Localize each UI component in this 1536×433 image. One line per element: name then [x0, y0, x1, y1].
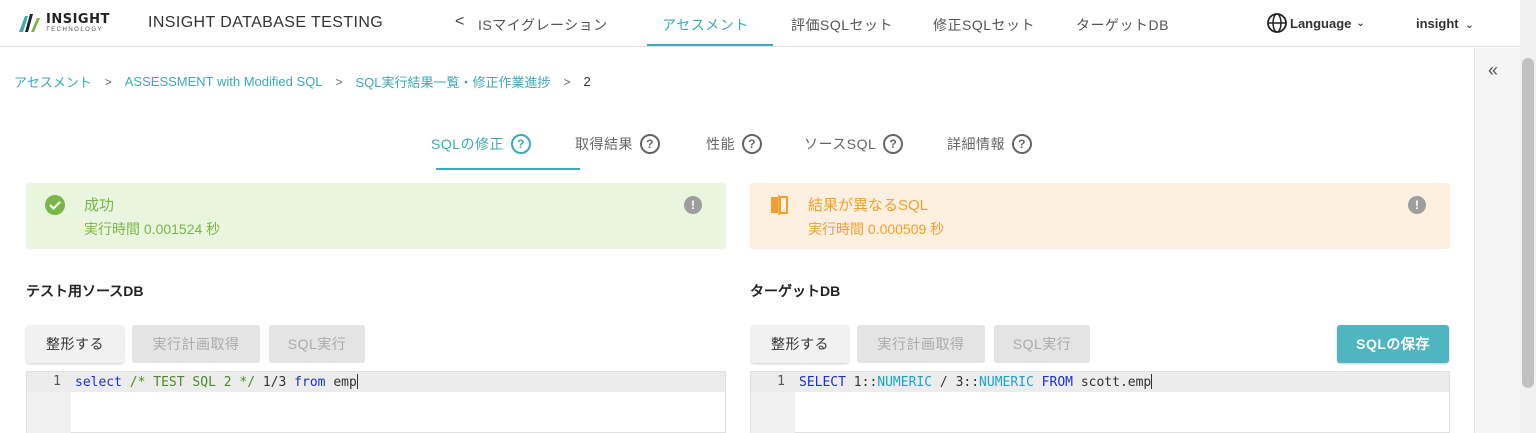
- chevron-down-icon: ⌄: [1465, 20, 1474, 31]
- code-line[interactable]: select /* TEST SQL 2 */ 1/3 from emp: [75, 374, 358, 390]
- nav-back-button[interactable]: <: [455, 13, 464, 31]
- text-caret: [1151, 374, 1153, 389]
- code-keyword: select: [75, 375, 122, 390]
- source-format-button[interactable]: 整形する: [26, 325, 124, 363]
- target-status-card: 結果が異なるSQL 実行時間 0.000509 秒 !: [750, 183, 1450, 249]
- line-number: 1: [53, 374, 61, 389]
- tab-fetch-result[interactable]: 取得結果 ?: [575, 134, 660, 154]
- tab-label: ソースSQL: [804, 136, 877, 152]
- code-line[interactable]: SELECT 1::NUMERIC / 3::NUMERIC FROM scot…: [799, 374, 1153, 390]
- app-title: INSIGHT DATABASE TESTING: [148, 14, 384, 31]
- breadcrumb-separator: >: [104, 74, 112, 89]
- breadcrumb-item-assessment-name[interactable]: ASSESSMENT with Modified SQL: [125, 74, 323, 89]
- source-get-plan-button[interactable]: 実行計画取得: [132, 325, 260, 363]
- logo-mark-icon: [19, 14, 40, 32]
- nav-item-target-db[interactable]: ターゲットDB: [1076, 15, 1169, 35]
- insight-logo[interactable]: INSIGHT TECHNOLOGY: [17, 12, 110, 34]
- code-operator: /: [939, 375, 948, 390]
- nav-item-is-migration[interactable]: ISマイグレーション: [478, 15, 608, 35]
- target-get-plan-button[interactable]: 実行計画取得: [857, 325, 985, 363]
- breadcrumb-item-current: 2: [583, 74, 591, 89]
- code-table: emp: [333, 375, 357, 390]
- side-panel-collapsed: [1474, 48, 1520, 433]
- nav-active-indicator: [647, 44, 773, 46]
- code-comment: /* TEST SQL 2 */: [129, 375, 256, 390]
- logo-text: INSIGHT: [46, 12, 110, 27]
- tab-performance[interactable]: 性能 ?: [706, 134, 762, 154]
- logo-subtext: TECHNOLOGY: [46, 27, 104, 33]
- nav-item-eval-sql-set[interactable]: 評価SQLセット: [791, 15, 893, 35]
- tab-source-sql[interactable]: ソースSQL ?: [804, 134, 904, 154]
- tab-label: SQLの修正: [431, 136, 505, 152]
- source-db-heading: テスト用ソースDB: [26, 283, 144, 299]
- tab-label: 性能: [706, 136, 735, 152]
- code-number: 1::: [853, 375, 878, 390]
- compare-icon: [771, 195, 788, 215]
- check-circle-icon: [45, 195, 65, 215]
- code-type: NUMERIC: [979, 375, 1034, 390]
- tab-details[interactable]: 詳細情報 ?: [947, 134, 1032, 154]
- source-sql-editor[interactable]: 1 select /* TEST SQL 2 */ 1/3 from emp: [26, 371, 726, 433]
- breadcrumb-item-sql-results[interactable]: SQL実行結果一覧・修正作業進捗: [356, 72, 551, 91]
- breadcrumb: アセスメント > ASSESSMENT with Modified SQL > …: [14, 72, 591, 91]
- target-run-sql-button[interactable]: SQL実行: [994, 325, 1090, 363]
- tab-label: 詳細情報: [947, 136, 1005, 152]
- info-icon[interactable]: !: [684, 196, 702, 214]
- code-keyword: FROM: [1041, 375, 1073, 390]
- language-menu[interactable]: Language ⌄: [1266, 12, 1365, 34]
- tab-label: 取得結果: [575, 136, 633, 152]
- source-exec-time: 実行時間 0.001524 秒: [84, 221, 221, 237]
- user-label: insight: [1416, 16, 1459, 31]
- tab-sql-fix[interactable]: SQLの修正 ?: [431, 134, 532, 154]
- help-icon[interactable]: ?: [883, 134, 904, 154]
- help-icon[interactable]: ?: [742, 134, 762, 154]
- target-exec-time: 実行時間 0.000509 秒: [808, 221, 945, 237]
- help-icon[interactable]: ?: [640, 134, 660, 154]
- help-icon[interactable]: ?: [1012, 134, 1032, 154]
- breadcrumb-separator: >: [335, 74, 343, 89]
- top-bar: INSIGHT TECHNOLOGY INSIGHT DATABASE TEST…: [0, 0, 1520, 47]
- globe-icon: [1267, 13, 1287, 33]
- text-caret: [356, 374, 358, 389]
- info-icon[interactable]: !: [1408, 196, 1426, 214]
- code-keyword: from: [294, 375, 326, 390]
- nav-item-fix-sql-set[interactable]: 修正SQLセット: [933, 15, 1035, 35]
- language-label: Language: [1290, 15, 1352, 31]
- source-run-sql-button[interactable]: SQL実行: [269, 325, 365, 363]
- code-expression: 1/3: [262, 375, 287, 390]
- code-table: scott.emp: [1080, 375, 1152, 390]
- nav-item-assessment[interactable]: アセスメント: [662, 15, 749, 35]
- user-menu[interactable]: insight ⌄: [1416, 16, 1474, 31]
- source-status-card: 成功 実行時間 0.001524 秒 !: [26, 183, 726, 249]
- collapse-panel-icon[interactable]: «: [1488, 60, 1498, 81]
- code-type: NUMERIC: [877, 375, 933, 390]
- target-format-button[interactable]: 整形する: [751, 325, 849, 363]
- tab-active-indicator: [436, 168, 580, 170]
- breadcrumb-separator: >: [563, 74, 571, 89]
- help-icon[interactable]: ?: [511, 134, 532, 154]
- target-sql-editor[interactable]: 1 SELECT 1::NUMERIC / 3::NUMERIC FROM sc…: [750, 371, 1450, 433]
- chevron-down-icon: ⌄: [1356, 17, 1365, 29]
- breadcrumb-item-assessment[interactable]: アセスメント: [14, 72, 92, 91]
- target-db-heading: ターゲットDB: [750, 283, 841, 299]
- line-number: 1: [777, 374, 785, 389]
- source-status-title: 成功: [84, 197, 115, 214]
- target-status-title: 結果が異なるSQL: [808, 197, 929, 214]
- code-number: 3::: [955, 375, 980, 390]
- save-sql-button[interactable]: SQLの保存: [1337, 325, 1449, 363]
- scrollbar-thumb[interactable]: [1522, 58, 1534, 388]
- code-keyword: SELECT: [799, 375, 846, 390]
